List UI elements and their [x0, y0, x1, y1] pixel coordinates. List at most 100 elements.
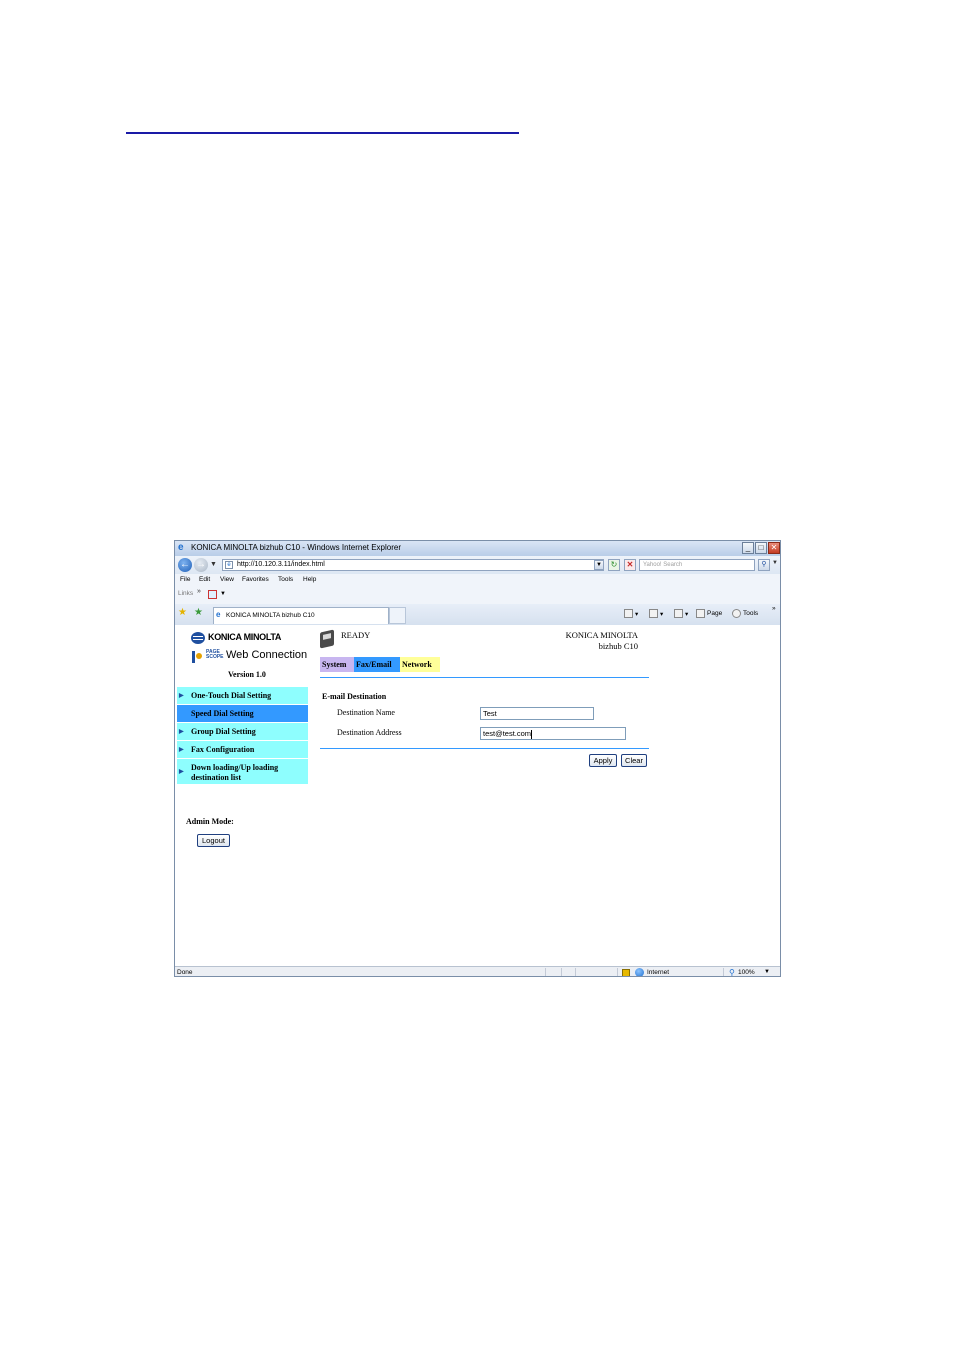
menu-edit[interactable]: Edit: [199, 576, 210, 583]
browser-window: e KONICA MINOLTA bizhub C10 - Windows In…: [174, 540, 781, 977]
page-content: KONICA MINOLTA PAGE SCOPE Web Connection…: [175, 625, 780, 966]
destination-address-field[interactable]: test@test.com: [480, 727, 626, 740]
links-label: Links: [178, 590, 194, 597]
pagescope-logo-text: PAGE SCOPE: [206, 649, 224, 660]
links-bar: Links » ▼: [175, 586, 780, 605]
menu-file[interactable]: File: [180, 576, 190, 583]
status-separator: [575, 968, 576, 976]
arrow-right-icon: ▶: [179, 693, 184, 699]
web-connection-title: Web Connection: [226, 649, 308, 661]
add-favorites-icon[interactable]: ★: [194, 607, 203, 618]
search-input[interactable]: Yahoo! Search: [639, 559, 755, 571]
toolbar-chevron[interactable]: »: [772, 605, 776, 612]
page-menu-icon: [696, 609, 705, 618]
tab-title: KONICA MINOLTA bizhub C10: [226, 612, 315, 619]
status-done: Done: [177, 969, 193, 976]
zoom-icon[interactable]: ⚲: [729, 968, 735, 976]
tab-divider: [320, 677, 649, 678]
version-label: Version 1.0: [228, 670, 266, 679]
form-divider: [320, 748, 649, 749]
tools-menu[interactable]: Tools: [743, 610, 758, 617]
page-icon: e: [225, 561, 233, 569]
status-separator: [723, 968, 724, 976]
model-name: bizhub C10: [598, 641, 638, 651]
tab-bar: ★ ★ e KONICA MINOLTA bizhub C10 ▾ ▾ ▾ Pa…: [175, 604, 780, 626]
status-bar: Done Internet ⚲ 100% ▼: [175, 966, 780, 976]
close-button[interactable]: ✕: [768, 542, 780, 554]
title-bar: e KONICA MINOLTA bizhub C10 - Windows In…: [175, 541, 780, 556]
arrow-right-icon: ▶: [179, 769, 184, 775]
print-dropdown-icon[interactable]: ▾: [685, 610, 688, 618]
ie-tab-icon: e: [216, 610, 221, 619]
konica-minolta-logo-icon: [191, 632, 205, 644]
link-icon[interactable]: [208, 590, 217, 599]
admin-mode-label: Admin Mode:: [186, 817, 234, 826]
device-brand: KONICA MINOLTA bizhub C10: [566, 630, 638, 652]
ie-icon: e: [178, 542, 184, 553]
url-text: http://10.120.3.11/index.html: [237, 561, 325, 568]
back-button[interactable]: ←: [178, 558, 192, 572]
url-dropdown-icon[interactable]: ▼: [594, 560, 604, 570]
internet-globe-icon: [635, 968, 644, 976]
sidebar-item-one-touch-dial[interactable]: ▶ One-Touch Dial Setting: [177, 687, 308, 704]
clear-button[interactable]: Clear: [621, 754, 647, 767]
page-menu[interactable]: Page: [707, 610, 722, 617]
menu-favorites[interactable]: Favorites: [242, 576, 269, 583]
tab-system[interactable]: System: [320, 657, 354, 672]
status-text: READY: [341, 630, 371, 640]
feeds-icon[interactable]: [649, 609, 658, 618]
konica-minolta-logo-text: KONICA MINOLTA: [208, 632, 282, 642]
home-icon[interactable]: [624, 609, 633, 618]
links-chevron[interactable]: »: [197, 588, 201, 595]
pagescope-logo-icon: [192, 651, 204, 663]
favorites-star-icon[interactable]: ★: [178, 607, 187, 618]
tab-fax-email[interactable]: Fax/Email: [354, 657, 400, 672]
status-separator: [617, 968, 618, 976]
minimize-button[interactable]: _: [742, 542, 754, 554]
menu-help[interactable]: Help: [303, 576, 316, 583]
destination-address-value: test@test.com: [483, 729, 532, 738]
apply-button[interactable]: Apply: [589, 754, 617, 767]
menu-tools[interactable]: Tools: [278, 576, 293, 583]
printer-status-icon: [320, 629, 334, 649]
history-dropdown-icon[interactable]: ▼: [210, 561, 217, 568]
window-title: KONICA MINOLTA bizhub C10 - Windows Inte…: [191, 543, 402, 552]
protected-mode-icon: [622, 969, 630, 976]
menu-view[interactable]: View: [220, 576, 234, 583]
address-bar: ← → ▼ e http://10.120.3.11/index.html ▼ …: [175, 556, 780, 574]
print-icon[interactable]: [674, 609, 683, 618]
new-tab-button[interactable]: [389, 607, 406, 624]
status-separator: [545, 968, 546, 976]
search-icon[interactable]: ⚲: [758, 559, 770, 571]
menu-bar: File Edit View Favorites Tools Help: [175, 574, 780, 586]
sidebar-item-download-upload[interactable]: ▶ Down loading/Up loading destination li…: [177, 759, 308, 784]
refresh-button[interactable]: ↻: [608, 559, 620, 571]
arrow-right-icon: ▶: [179, 747, 184, 753]
text-caret: [531, 729, 533, 739]
logout-button[interactable]: Logout: [197, 834, 230, 847]
sidebar-item-fax-configuration[interactable]: ▶ Fax Configuration: [177, 741, 308, 758]
url-field[interactable]: e http://10.120.3.11/index.html: [222, 559, 604, 571]
search-options-icon[interactable]: ▼: [772, 560, 778, 566]
destination-address-label: Destination Address: [337, 728, 402, 737]
stop-button[interactable]: ✕: [624, 559, 636, 571]
status-separator: [561, 968, 562, 976]
tools-gear-icon: [732, 609, 741, 618]
zoom-level[interactable]: 100%: [738, 969, 755, 976]
destination-name-label: Destination Name: [337, 708, 395, 717]
tab-network[interactable]: Network: [400, 657, 440, 672]
zoom-dropdown-icon[interactable]: ▼: [764, 969, 770, 975]
forward-button[interactable]: →: [194, 558, 208, 572]
arrow-right-icon: ▶: [179, 729, 184, 735]
feeds-dropdown-icon[interactable]: ▾: [660, 610, 663, 618]
home-dropdown-icon[interactable]: ▾: [635, 610, 638, 618]
link-dropdown-icon[interactable]: ▼: [220, 591, 226, 597]
security-zone: Internet: [647, 969, 670, 976]
destination-name-field[interactable]: Test: [480, 707, 594, 720]
browser-tab[interactable]: e KONICA MINOLTA bizhub C10: [213, 607, 389, 624]
sidebar-item-speed-dial[interactable]: Speed Dial Setting: [177, 705, 308, 722]
maximize-button[interactable]: □: [755, 542, 767, 554]
document-rule: [126, 132, 519, 134]
sidebar-item-group-dial[interactable]: ▶ Group Dial Setting: [177, 723, 308, 740]
brand-name: KONICA MINOLTA: [565, 630, 638, 640]
